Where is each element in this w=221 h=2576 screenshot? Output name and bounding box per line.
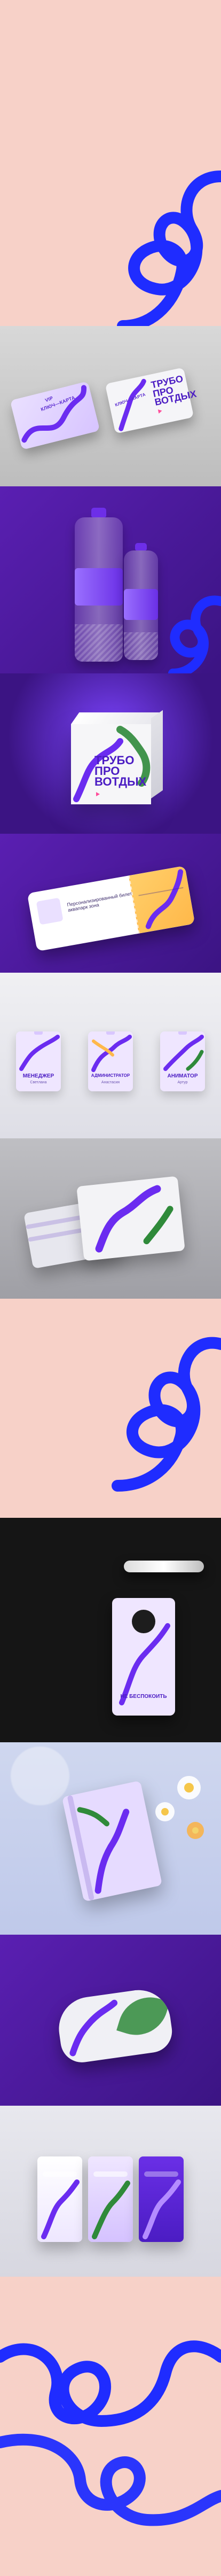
ticket-stub — [128, 865, 195, 934]
badge-role-2: АДМИНИСТРАТОР — [91, 1073, 130, 1078]
badge-name-2: Анастасия — [101, 1081, 120, 1084]
brand-box: ТРУБО ПРО ВОТДЫХ — [71, 710, 163, 804]
badges-section: МЕНЕДЖЕР Светлана АДМИНИСТРАТОР Анастаси… — [0, 973, 221, 1138]
pink-squiggle-section — [0, 1299, 221, 1518]
bottle-label — [75, 568, 123, 606]
ticket-stub-graphic — [138, 869, 184, 929]
door-handle — [124, 1561, 204, 1572]
brand-key-card: КЛЮЧ—КАРТА ТРУБО ПРО ВОТДЫХ — [105, 367, 198, 434]
footer-section — [0, 2277, 221, 2576]
bottles-section — [0, 486, 221, 673]
notebook-section — [0, 1742, 221, 1935]
blue-squiggle-corner — [168, 595, 221, 673]
blue-squiggle-graphic — [117, 170, 221, 326]
cards-section: VIP КЛЮЧ—КАРТА КЛЮЧ—КАРТА ТРУБО ПРО ВОТД… — [0, 326, 221, 486]
packs-section — [0, 2106, 221, 2277]
card-squiggle-graphic — [21, 385, 86, 443]
box-side — [151, 710, 163, 798]
ticket-section: Персонализированный билет на аквапарк зо… — [0, 834, 221, 973]
box-brand-logo: ТРУБО ПРО ВОТДЫХ — [94, 754, 151, 798]
mask-section — [0, 1935, 221, 2106]
towel-graphic — [95, 1185, 173, 1253]
ticket-logo-box — [36, 897, 64, 925]
pack-graphic-1 — [41, 2179, 80, 2239]
badge-role-1: МЕНЕДЖЕР — [22, 1073, 54, 1079]
box-brand-line-3: ВОТДЫХ — [94, 775, 151, 798]
pack-3 — [139, 2156, 184, 2242]
blue-squiggle-graphic-3 — [0, 2340, 221, 2526]
page: VIP КЛЮЧ—КАРТА КЛЮЧ—КАРТА ТРУБО ПРО ВОТД… — [0, 0, 221, 2576]
badge-name-3: Артур — [177, 1081, 188, 1084]
mask-squiggle-graphic — [69, 1999, 118, 2057]
badge-1: МЕНЕДЖЕР Светлана — [16, 1031, 61, 1091]
arrow-icon — [157, 408, 163, 414]
do-not-disturb-text: НЕ БЕСПОКОИТЬ — [120, 1694, 167, 1700]
ticket: Персонализированный билет на аквапарк зо… — [27, 865, 195, 952]
vip-key-card: VIP КЛЮЧ—КАРТА — [10, 381, 100, 450]
door-hanger-section: НЕ БЕСПОКОИТЬ — [0, 1518, 221, 1742]
box-section: ТРУБО ПРО ВОТДЫХ — [0, 673, 221, 834]
pack-1 — [37, 2156, 82, 2242]
blue-squiggle-graphic-2 — [112, 1337, 221, 1492]
bottle-cap-small — [135, 543, 147, 550]
pack-2 — [88, 2156, 133, 2242]
face-mask — [54, 1985, 175, 2066]
badge-role-3: АНИМАТОР — [167, 1073, 198, 1079]
towels-section — [0, 1138, 221, 1299]
bottle-waves — [75, 624, 123, 662]
box-arrow-icon — [96, 792, 100, 796]
towel-stack-2 — [76, 1176, 185, 1261]
pack-graphic-2 — [92, 2181, 130, 2239]
badge-3: АНИМАТОР Артур — [160, 1031, 205, 1091]
badge-2: АДМИНИСТРАТОР Анастасия — [88, 1031, 133, 1091]
hero-section — [0, 0, 221, 326]
badge-name-1: Светлана — [30, 1081, 47, 1084]
glass-highlight — [11, 1747, 69, 1805]
box-brand-line-3-text: ВОТДЫХ — [94, 775, 147, 789]
door-hanger: НЕ БЕСПОКОИТЬ — [112, 1598, 175, 1716]
box-top — [71, 712, 160, 724]
bottle-large — [75, 508, 123, 662]
bottle-cap — [91, 508, 106, 517]
flower-cluster — [155, 1776, 204, 1839]
pack-graphic-3 — [143, 2179, 181, 2239]
